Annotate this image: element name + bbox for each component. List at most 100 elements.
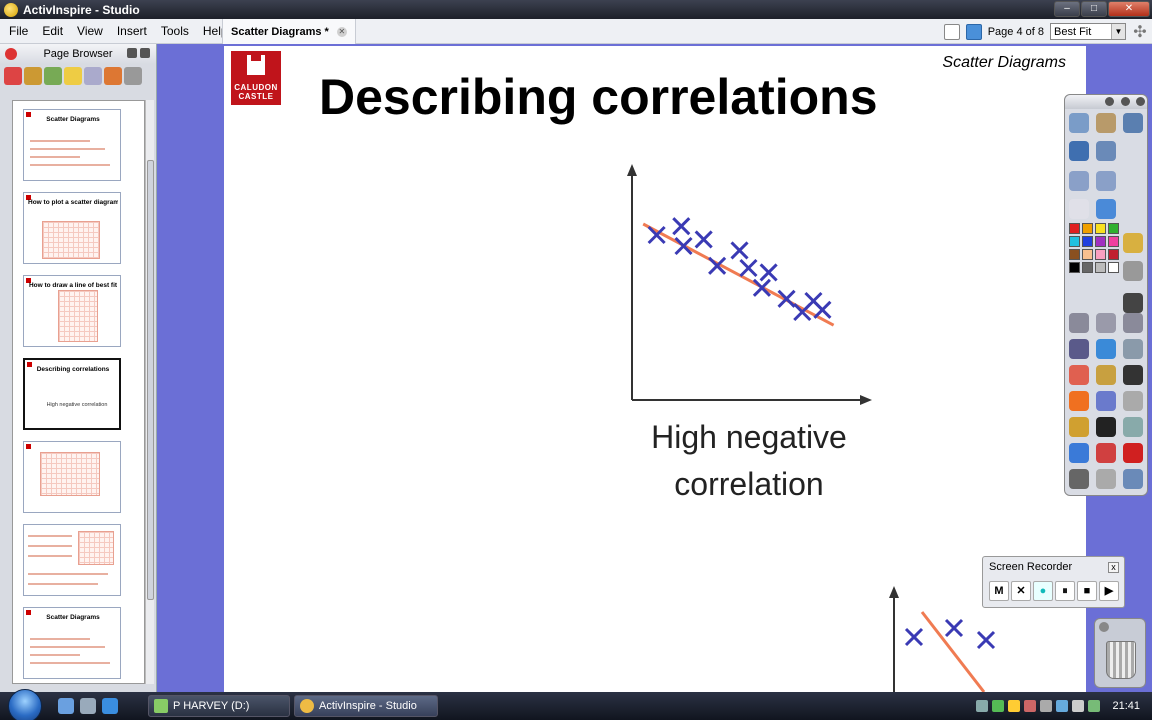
toolbox-menu-icon[interactable] [1105, 97, 1114, 106]
pen-icon[interactable] [1069, 339, 1089, 359]
color-swatch[interactable] [1095, 236, 1106, 247]
page-thumbnail[interactable]: Scatter Diagrams [23, 109, 121, 181]
color-swatch[interactable] [1069, 249, 1080, 260]
objects-icon[interactable] [24, 67, 42, 85]
tray-device-icon[interactable] [1040, 700, 1053, 712]
menu-edit[interactable]: Edit [35, 19, 70, 44]
menu-insert[interactable]: Insert [110, 19, 154, 44]
page-thumbnail[interactable] [23, 441, 121, 513]
color-swatch[interactable] [1108, 262, 1119, 273]
color-swatch[interactable] [1108, 223, 1119, 234]
notes-icon[interactable] [44, 67, 62, 85]
designer-icon[interactable] [1123, 113, 1143, 133]
page-thumbnail[interactable]: Scatter Diagrams [23, 607, 121, 679]
camera-icon[interactable] [1123, 313, 1143, 333]
pen-tool-icon[interactable] [1123, 233, 1143, 253]
panel-menu-icon[interactable] [127, 48, 137, 58]
delete-icon[interactable] [1123, 443, 1143, 463]
taskbar-item-activinspire[interactable]: ActivInspire - Studio [294, 695, 438, 717]
internet-explorer-icon[interactable] [102, 698, 118, 714]
tool-options-icon[interactable] [1096, 313, 1116, 333]
web-browser-icon[interactable] [1096, 199, 1116, 219]
menu-tools[interactable]: Tools [154, 19, 196, 44]
recorder-cancel-button[interactable]: ✕ [1011, 581, 1031, 601]
flipchart-page[interactable]: CALUDON CASTLE Scatter Diagrams Describi… [224, 46, 1086, 692]
color-swatch[interactable] [1108, 249, 1119, 260]
start-button[interactable] [8, 689, 42, 720]
voting-icon[interactable] [124, 67, 142, 85]
color-swatch[interactable] [1108, 236, 1119, 247]
recorder-play-button[interactable]: ▶ [1099, 581, 1119, 601]
desktop-tools-icon[interactable] [1096, 141, 1116, 161]
redo-icon[interactable] [1096, 469, 1116, 489]
redo-page-icon[interactable] [1096, 171, 1116, 191]
expand-arrows-icon[interactable]: ✣ [1132, 22, 1148, 42]
resource-icon[interactable] [4, 67, 22, 85]
scatter-chart[interactable] [616, 164, 876, 414]
color-swatch[interactable] [1082, 223, 1093, 234]
close-panel-icon[interactable] [5, 48, 17, 60]
close-trash-icon[interactable] [1099, 622, 1109, 632]
tool-3-icon[interactable] [1123, 391, 1143, 411]
spotlight-icon[interactable] [1069, 443, 1089, 463]
minimize-button[interactable]: – [1054, 1, 1080, 17]
tray-network-icon[interactable] [1056, 700, 1069, 712]
close-recorder-icon[interactable]: x [1108, 562, 1119, 573]
taskbar-item-explorer[interactable]: P HARVEY (D:) [148, 695, 290, 717]
menu-file[interactable]: File [0, 19, 35, 44]
document-tab[interactable]: Scatter Diagrams * ✕ [222, 19, 356, 44]
page-thumbnail[interactable]: How to plot a scatter diagram [23, 192, 121, 264]
color-swatch[interactable] [1069, 223, 1080, 234]
zoom-page-icon[interactable] [1123, 469, 1143, 489]
toolbox-collapse-icon[interactable] [1121, 97, 1130, 106]
shape-icon[interactable] [1123, 365, 1143, 385]
color-swatch[interactable] [1069, 236, 1080, 247]
recorder-stop-button[interactable]: ■ [1077, 581, 1097, 601]
media-icon[interactable] [1069, 199, 1089, 219]
tray-arrow-icon[interactable] [976, 700, 989, 712]
scrollbar-thumb[interactable] [147, 160, 154, 600]
undo-page-icon[interactable] [1069, 171, 1089, 191]
chevron-down-icon[interactable]: ▼ [1111, 24, 1125, 39]
sticky-note-icon[interactable] [64, 67, 82, 85]
color-swatch[interactable] [1069, 262, 1080, 273]
recorder-pause-button[interactable]: ⏸ [1055, 581, 1075, 601]
eraser-icon[interactable] [1069, 365, 1089, 385]
menu-view[interactable]: View [70, 19, 110, 44]
panel-pin-icon[interactable] [140, 48, 150, 58]
tray-power-icon[interactable] [1088, 700, 1101, 712]
page-view-icon[interactable] [943, 23, 960, 40]
color-swatch[interactable] [1082, 262, 1093, 273]
marquee-icon[interactable] [1069, 417, 1089, 437]
close-window-button[interactable]: ✕ [1108, 1, 1150, 17]
switch-windows-icon[interactable] [80, 698, 96, 714]
property-icon[interactable] [84, 67, 102, 85]
text-tool-icon[interactable] [1096, 417, 1116, 437]
connector-icon[interactable] [1123, 339, 1143, 359]
scissors-icon[interactable] [1123, 261, 1143, 281]
recorder-mode-button[interactable]: M [989, 581, 1009, 601]
clear-icon[interactable] [1123, 417, 1143, 437]
snowflake-icon[interactable] [965, 23, 982, 40]
color-swatch[interactable] [1095, 223, 1106, 234]
tray-messenger-icon[interactable] [1008, 700, 1021, 712]
reset-icon[interactable] [1096, 443, 1116, 463]
color-swatch[interactable] [1082, 249, 1093, 260]
undo-icon[interactable] [1069, 469, 1089, 489]
action-icon[interactable] [104, 67, 122, 85]
magic-ink-icon[interactable] [1069, 391, 1089, 411]
close-tab-icon[interactable]: ✕ [336, 26, 347, 37]
page-browser-scrollbar[interactable] [145, 100, 154, 684]
show-desktop-icon[interactable] [58, 698, 74, 714]
trash-can-icon[interactable] [1106, 641, 1136, 679]
fill-icon[interactable] [1096, 365, 1116, 385]
color-swatch[interactable] [1095, 249, 1106, 260]
page-thumbnail[interactable]: How to draw a line of best fit [23, 275, 121, 347]
page-thumbnail-active[interactable]: Describing correlations High negative co… [23, 358, 121, 430]
select-arrow-icon[interactable] [1069, 313, 1089, 333]
recorder-record-button[interactable]: ● [1033, 581, 1053, 601]
toolbox-pin-icon[interactable] [1136, 97, 1145, 106]
tray-volume-icon[interactable] [1072, 700, 1085, 712]
color-swatch[interactable] [1082, 236, 1093, 247]
color-swatch[interactable] [1095, 262, 1106, 273]
